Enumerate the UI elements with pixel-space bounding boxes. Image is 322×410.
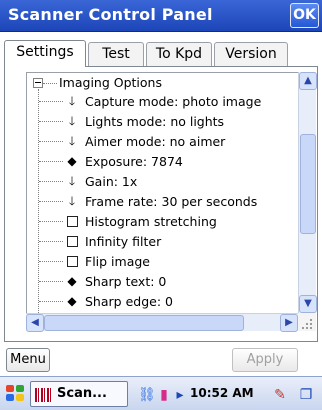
menu-button[interactable]: Menu xyxy=(6,348,50,372)
tree-root-label: Imaging Options xyxy=(59,75,162,90)
pen-icon[interactable]: ✎ xyxy=(272,387,288,403)
tree-item[interactable]: 🡓 Aimer mode: no aimer xyxy=(27,131,297,151)
tree-item[interactable]: Infinity filter xyxy=(27,231,297,251)
taskbar-app-label: Scan... xyxy=(57,386,107,401)
tree-item-label: Sharp text: 0 xyxy=(85,274,167,289)
tree-item-label: Lights mode: no lights xyxy=(85,114,225,129)
tree-item-label: Frame rate: 30 per seconds xyxy=(85,194,258,209)
tree-item-label: Sharp edge: 0 xyxy=(85,294,173,309)
tree-item[interactable]: 🡓 Capture mode: photo image xyxy=(27,91,297,111)
tree-root-imaging-options[interactable]: Imaging Options xyxy=(27,73,297,91)
scroll-left-icon[interactable]: ◀ xyxy=(26,314,44,332)
ok-button[interactable]: OK xyxy=(290,3,319,28)
imaging-options-tree[interactable]: Imaging Options 🡓 Capture mode: photo ima… xyxy=(26,72,298,313)
horizontal-scrollbar[interactable]: ◀ ▶ xyxy=(26,313,298,332)
window-title: Scanner Control Panel xyxy=(8,5,213,24)
tree-item[interactable]: 🡓 Frame rate: 30 per seconds xyxy=(27,191,297,211)
tree-item[interactable]: Histogram stretching xyxy=(27,211,297,231)
horizontal-scroll-thumb[interactable] xyxy=(44,315,244,331)
diamond-icon: ◆ xyxy=(67,154,77,168)
tree-item-label: Capture mode: photo image xyxy=(85,94,262,109)
arrow-down-icon: 🡓 xyxy=(68,134,76,148)
arrow-down-icon: 🡓 xyxy=(68,94,76,108)
tree-item[interactable]: Flip image xyxy=(27,251,297,271)
tree-item-label: Aimer mode: no aimer xyxy=(85,134,226,149)
tab-settings[interactable]: Settings xyxy=(4,40,86,67)
tree-item[interactable]: ◆ Exposure: 7874 xyxy=(27,151,297,171)
diamond-icon: ◆ xyxy=(67,294,77,308)
checkbox-icon[interactable] xyxy=(67,236,78,247)
taskbar-app-scan[interactable]: Scan... xyxy=(30,381,128,407)
arrow-icon[interactable]: ▸ xyxy=(172,387,188,403)
apply-button[interactable]: Apply xyxy=(232,348,298,372)
title-bar: Scanner Control Panel OK xyxy=(0,0,322,32)
vertical-scrollbar[interactable]: ▲ ▼ xyxy=(298,72,317,313)
tree-item[interactable]: 🡓 Gain: 1x xyxy=(27,171,297,191)
vertical-scroll-thumb[interactable] xyxy=(300,134,316,234)
scroll-up-icon[interactable]: ▲ xyxy=(299,72,317,90)
network-icon[interactable]: ⛓ xyxy=(138,387,156,403)
diamond-icon: ◆ xyxy=(67,274,77,288)
windows-start-icon[interactable] xyxy=(6,385,26,403)
tree-item-label: Exposure: 7874 xyxy=(85,154,183,169)
taskbar: Scan... ⛓ ▮ ▸ 10:52 AM ✎ ❐ xyxy=(0,376,322,410)
checkbox-icon[interactable] xyxy=(67,216,78,227)
tree-item[interactable]: 🡓 Lights mode: no lights xyxy=(27,111,297,131)
resize-grip-icon xyxy=(298,313,316,331)
tree-item[interactable]: ◆ Sharp edge: 0 xyxy=(27,291,297,311)
clock[interactable]: 10:52 AM xyxy=(190,386,254,400)
tree-item-label: Flip image xyxy=(85,254,150,269)
arrow-down-icon: 🡓 xyxy=(68,174,76,188)
scroll-down-icon[interactable]: ▼ xyxy=(299,295,317,313)
tree-item[interactable]: ◆ Sharp text: 0 xyxy=(27,271,297,291)
checkbox-icon[interactable] xyxy=(67,256,78,267)
battery-icon[interactable]: ▮ xyxy=(156,387,172,403)
scroll-right-icon[interactable]: ▶ xyxy=(280,314,298,332)
arrow-down-icon: 🡓 xyxy=(68,114,76,128)
tab-version[interactable]: Version xyxy=(214,42,288,66)
tree-item-label: Histogram stretching xyxy=(85,214,217,229)
windows-icon[interactable]: ❐ xyxy=(298,387,314,403)
tree-item-label: Gain: 1x xyxy=(85,174,138,189)
tab-test[interactable]: Test xyxy=(88,42,144,66)
barcode-icon xyxy=(35,388,53,402)
tab-strip: Settings Test To Kpd Version xyxy=(4,40,318,67)
arrow-down-icon: 🡓 xyxy=(68,194,76,208)
tree-item-label: Infinity filter xyxy=(85,234,162,249)
collapse-icon[interactable] xyxy=(33,78,43,88)
tab-to-kpd[interactable]: To Kpd xyxy=(146,42,212,66)
